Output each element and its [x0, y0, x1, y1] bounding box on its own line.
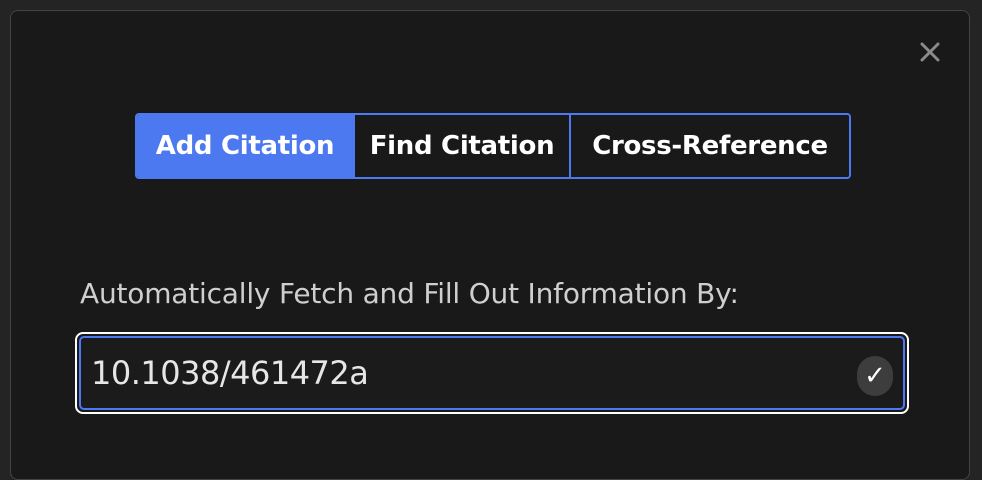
tab-cross-reference[interactable]: Cross-Reference	[569, 115, 849, 177]
close-button[interactable]	[917, 39, 943, 65]
citation-mode-tabs: Add Citation Find Citation Cross-Referen…	[135, 113, 851, 179]
doi-input-focus-ring: ✓	[75, 332, 909, 414]
tab-add-citation[interactable]: Add Citation	[137, 115, 353, 177]
confirm-fetch-button[interactable]: ✓	[857, 356, 893, 396]
checkmark-icon: ✓	[864, 361, 886, 391]
doi-input-box: ✓	[79, 336, 905, 410]
tab-find-citation[interactable]: Find Citation	[353, 115, 569, 177]
doi-input[interactable]	[91, 338, 831, 408]
citation-dialog: Add Citation Find Citation Cross-Referen…	[10, 10, 970, 480]
fetch-field-label: Automatically Fetch and Fill Out Informa…	[80, 277, 739, 310]
close-icon	[917, 39, 943, 65]
